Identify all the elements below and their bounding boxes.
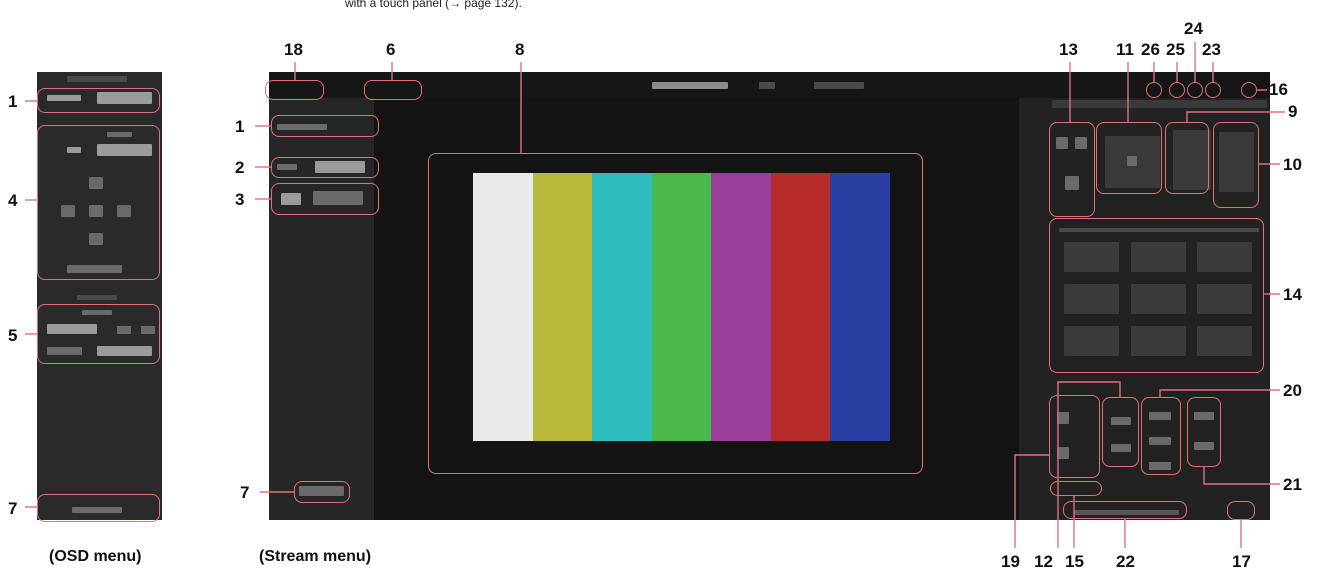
stream-callout-13: 13: [1059, 40, 1078, 59]
stream-callout-2: 2: [235, 158, 245, 177]
stream-callout-9: 9: [1288, 102, 1298, 121]
stream-callout-16: 16: [1269, 80, 1288, 99]
stream-callout-3: 3: [235, 190, 245, 209]
stream-callout-20: 20: [1283, 381, 1302, 400]
stream-callout-14: 14: [1283, 285, 1302, 304]
stream-callout-12: 12: [1034, 552, 1053, 571]
stream-callout-1: 1: [235, 117, 245, 136]
stream-callout-15: 15: [1065, 552, 1084, 571]
stream-callout-11: 11: [1116, 40, 1134, 59]
leader-lines: [25, 42, 1285, 548]
stream-callout-22: 22: [1116, 552, 1135, 571]
stream-callout-24: 24: [1184, 19, 1203, 38]
stream-callout-10: 10: [1283, 155, 1302, 174]
stream-caption: (Stream menu): [259, 548, 372, 565]
stream-callout-6: 6: [386, 40, 396, 59]
stream-callout-26: 26: [1141, 40, 1160, 59]
stream-callout-25: 25: [1166, 40, 1185, 59]
stream-callout-8: 8: [515, 40, 525, 59]
stream-callout-7: 7: [240, 483, 250, 502]
stream-callout-19: 19: [1001, 552, 1020, 571]
stream-callout-18: 18: [284, 40, 303, 59]
stream-callout-17: 17: [1232, 552, 1251, 571]
stream-callout-23: 23: [1202, 40, 1221, 59]
stream-callout-21: 21: [1283, 475, 1302, 494]
